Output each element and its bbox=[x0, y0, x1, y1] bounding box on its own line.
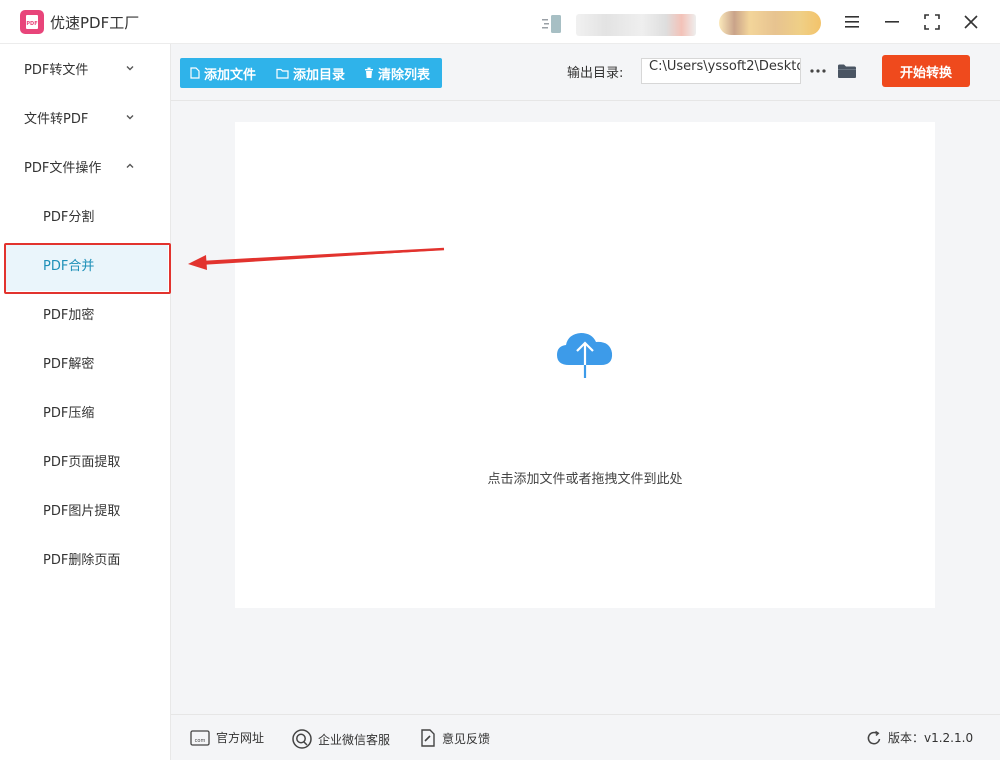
user-indicator-icon bbox=[542, 14, 564, 34]
sidebar-item-label: PDF转文件 bbox=[24, 63, 89, 78]
feedback-link[interactable]: 意见反馈 bbox=[420, 729, 490, 747]
sidebar-item-pdf-encrypt[interactable]: PDF加密 bbox=[0, 289, 170, 338]
file-icon bbox=[190, 67, 200, 79]
menu-icon[interactable] bbox=[839, 9, 865, 35]
folder-outline-icon bbox=[276, 68, 289, 79]
sidebar-item-label: PDF文件操作 bbox=[24, 161, 102, 176]
official-website-link[interactable]: com 官方网址 bbox=[190, 729, 264, 746]
file-button-group: 添加文件 添加目录 清除列表 bbox=[180, 58, 442, 88]
title-bar: PDF 优速PDF工厂 bbox=[0, 0, 1000, 44]
user-account-area[interactable] bbox=[576, 14, 696, 36]
sidebar-item-file-to-pdf[interactable]: 文件转PDF bbox=[0, 93, 170, 142]
trash-icon bbox=[365, 67, 373, 78]
sidebar-item-label: PDF分割 bbox=[43, 210, 95, 225]
version-info[interactable]: 版本：v1.2.1.0 bbox=[866, 729, 973, 746]
wechat-support-link[interactable]: 企业微信客服 bbox=[292, 729, 390, 749]
app-logo-icon: PDF bbox=[20, 10, 44, 34]
sidebar-item-pdf-page-extract[interactable]: PDF页面提取 bbox=[0, 436, 170, 485]
sidebar-item-pdf-delete-pages[interactable]: PDF删除页面 bbox=[0, 534, 170, 583]
sidebar-item-pdf-compress[interactable]: PDF压缩 bbox=[0, 387, 170, 436]
sidebar-item-pdf-image-extract[interactable]: PDF图片提取 bbox=[0, 485, 170, 534]
sidebar-item-label: PDF删除页面 bbox=[43, 553, 121, 568]
main-panel: 添加文件 添加目录 清除列表 输出目录: C:\Users\yssoft2\De… bbox=[171, 44, 1000, 714]
svg-text:com: com bbox=[195, 738, 206, 744]
refresh-icon bbox=[867, 730, 881, 744]
add-directory-button[interactable]: 添加目录 bbox=[276, 58, 345, 88]
sidebar-item-label: PDF压缩 bbox=[43, 406, 95, 421]
footer: com 官方网址 企业微信客服 意见反馈 版本：v1.2.1.0 bbox=[171, 714, 1000, 760]
wechat-icon bbox=[292, 729, 312, 749]
open-folder-icon[interactable] bbox=[835, 58, 859, 84]
close-icon[interactable] bbox=[958, 9, 984, 35]
website-icon: com bbox=[190, 729, 210, 746]
more-options-icon[interactable] bbox=[807, 58, 829, 84]
toolbar: 添加文件 添加目录 清除列表 输出目录: C:\Users\yssoft2\De… bbox=[171, 44, 1000, 101]
drop-hint-text: 点击添加文件或者拖拽文件到此处 bbox=[487, 472, 683, 487]
file-drop-zone[interactable]: 点击添加文件或者拖拽文件到此处 bbox=[235, 122, 935, 608]
vip-badge[interactable] bbox=[719, 11, 821, 35]
sidebar-item-label: PDF页面提取 bbox=[43, 455, 121, 470]
sidebar-item-label: PDF图片提取 bbox=[43, 504, 121, 519]
minimize-icon[interactable] bbox=[879, 9, 905, 35]
chevron-down-icon bbox=[126, 115, 134, 120]
add-file-button[interactable]: 添加文件 bbox=[190, 58, 256, 88]
chevron-down-icon bbox=[126, 66, 134, 71]
output-dir-field[interactable]: C:\Users\yssoft2\Desktop bbox=[641, 58, 801, 84]
sidebar: PDF转文件 文件转PDF PDF文件操作 PDF分割 PDF合并 PDF加密 … bbox=[0, 44, 171, 760]
chevron-up-icon bbox=[126, 163, 134, 168]
maximize-icon[interactable] bbox=[919, 9, 945, 35]
feedback-icon bbox=[421, 729, 435, 747]
sidebar-item-label: PDF解密 bbox=[43, 357, 95, 372]
sidebar-item-label: 文件转PDF bbox=[24, 112, 89, 127]
app-title: 优速PDF工厂 bbox=[50, 14, 140, 32]
sidebar-item-label: PDF加密 bbox=[43, 308, 95, 323]
sidebar-item-pdf-to-file[interactable]: PDF转文件 bbox=[0, 44, 170, 93]
clear-list-button[interactable]: 清除列表 bbox=[364, 58, 430, 88]
cloud-upload-icon bbox=[557, 333, 613, 378]
sidebar-item-pdf-decrypt[interactable]: PDF解密 bbox=[0, 338, 170, 387]
highlight-box bbox=[4, 243, 171, 294]
sidebar-item-pdf-split[interactable]: PDF分割 bbox=[0, 191, 170, 240]
sidebar-item-pdf-operations[interactable]: PDF文件操作 bbox=[0, 142, 170, 191]
output-dir-label: 输出目录: bbox=[567, 66, 624, 81]
start-convert-button[interactable]: 开始转换 bbox=[882, 55, 970, 87]
